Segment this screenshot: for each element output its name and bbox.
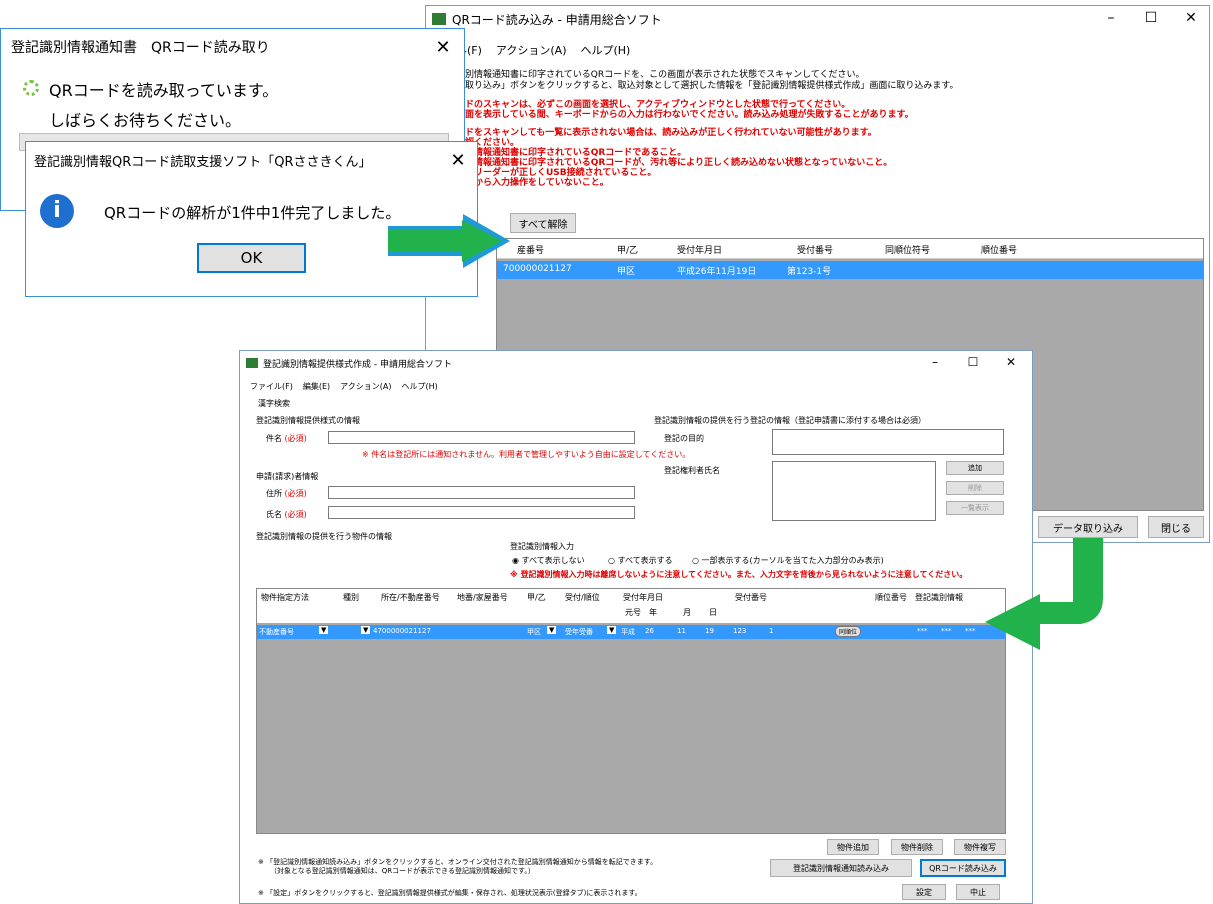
progress-line2: しばらくお待ちください。: [49, 111, 242, 130]
input-warning: ※ 登記識別情報入力時は離席しないように注意してください。また、入力文字を背後か…: [510, 570, 968, 579]
note-set: ※ 「設定」ボタンをクリックすると、登記識別情報提供様式が編集・保存され、処理状…: [258, 889, 642, 897]
section-reg-title: 登記識別情報の提供を行う登記の情報（登記申請書に添付する場合は必須）: [654, 416, 926, 425]
menu-edit[interactable]: 編集(E): [303, 381, 330, 392]
menu-bar: ル(F) アクション(A) ヘルプ(H): [456, 42, 630, 58]
property-grid: 物件指定方法 種別 所在/不動産番号 地番/家屋番号 甲/乙 受付/順位 受付年…: [256, 588, 1006, 834]
spinner-icon: [23, 80, 39, 96]
menu-bar: ファイル(F) 編集(E) アクション(A) ヘルプ(H): [250, 381, 438, 392]
close-icon[interactable]: ✕: [996, 355, 1026, 369]
minimize-icon[interactable]: –: [1091, 10, 1131, 26]
menu-action[interactable]: アクション(A): [340, 381, 391, 392]
menu-action[interactable]: アクション(A): [496, 42, 567, 58]
name-note: ※ 件名は登記所には通知されません。利用者で管理しやすいよう自由に設定してくださ…: [362, 450, 691, 459]
input-mode-title: 登記識別情報入力: [510, 542, 574, 551]
radio-hide-all[interactable]: ◉ すべて表示しない: [512, 555, 585, 566]
dropdown-icon[interactable]: ▼: [319, 626, 329, 634]
section-info-title: 登記識別情報提供様式の情報: [256, 416, 360, 425]
dropdown-icon[interactable]: ▼: [607, 626, 617, 634]
set-button[interactable]: 設定: [902, 884, 946, 900]
label-person: 氏名 (必須): [266, 510, 307, 519]
info-icon: i: [40, 194, 74, 228]
message-text: QRコードの解析が1件中1件完了しました。: [104, 204, 401, 222]
dialog-title: 登記識別情報通知書 QRコード読み取り: [11, 40, 270, 56]
dialog-title: 登記識別情報QRコード読取支援ソフト「QRささきくん」: [34, 154, 372, 170]
delete-holder-button[interactable]: 削除: [946, 481, 1004, 495]
label-purpose: 登記の目的: [664, 434, 704, 443]
label-holder: 登記権利者氏名: [664, 466, 720, 475]
warnings: ードのスキャンは、必ずこの画面を選択し、アクティブウィンドウとした状態で行ってく…: [456, 100, 914, 188]
menu-help[interactable]: ヘルプ(H): [401, 381, 437, 392]
table-row[interactable]: 不動産番号 ▼ ▼ 4700000021127 甲区 ▼ 受年受番 ▼ 平成 2…: [257, 625, 1005, 639]
import-notice-button[interactable]: 登記識別情報通知読み込み: [770, 859, 912, 877]
window-title: QRコード読み込み - 申請用総合ソフト: [452, 12, 662, 27]
maximize-icon[interactable]: ☐: [1131, 10, 1171, 26]
close-button[interactable]: 閉じる: [1148, 516, 1204, 538]
close-icon[interactable]: ✕: [423, 37, 463, 58]
dropdown-icon[interactable]: ▼: [547, 626, 557, 634]
close-icon[interactable]: ✕: [438, 150, 478, 171]
ok-button[interactable]: OK: [197, 243, 306, 273]
qr-import-button[interactable]: QRコード読み込み: [920, 859, 1006, 877]
label-name: 件名 (必須): [266, 434, 307, 443]
table-row[interactable]: 700000021127 甲区 平成26年11月19日 第123-1号: [497, 261, 1203, 279]
copy-property-button[interactable]: 物件複写: [954, 839, 1006, 855]
add-holder-button[interactable]: 追加: [946, 461, 1004, 475]
menu-help[interactable]: ヘルプ(H): [580, 42, 630, 58]
purpose-input[interactable]: [772, 429, 1004, 455]
title-bar: 登記識別情報通知書 QRコード読み取り: [1, 29, 464, 65]
menu-file[interactable]: ファイル(F): [250, 381, 293, 392]
note-import-sub: （対象となる登記識別情報通知は、QRコードが表示できる登記識別情報通知です。）: [270, 867, 535, 875]
delete-property-button[interactable]: 物件削除: [891, 839, 943, 855]
app-icon: [246, 358, 258, 368]
app-icon: [432, 13, 446, 25]
radio-show-partial[interactable]: ○ 一部表示する(カーソルを当てた入力部分のみ表示): [692, 555, 884, 566]
kanji-search-button[interactable]: 漢字検索: [258, 398, 290, 409]
green-curved-arrow-icon: [985, 538, 1103, 650]
cancel-button[interactable]: 中止: [956, 884, 1000, 900]
maximize-icon[interactable]: ☐: [958, 355, 988, 369]
address-input[interactable]: [328, 486, 635, 499]
title-bar: 登記識別情報QRコード読取支援ソフト「QRささきくん」: [26, 142, 477, 178]
minimize-icon[interactable]: –: [920, 355, 950, 369]
form-window: 登記識別情報提供様式作成 - 申請用総合ソフト – ☐ ✕ ファイル(F) 編集…: [239, 350, 1033, 904]
person-input[interactable]: [328, 506, 635, 519]
same-rank-button[interactable]: 同順位: [835, 626, 862, 637]
grid-header: 物件指定方法 種別 所在/不動産番号 地番/家屋番号 甲/乙 受付/順位 受付年…: [257, 589, 1005, 623]
unselect-all-button[interactable]: すべて解除: [510, 213, 576, 233]
close-icon[interactable]: ✕: [1171, 10, 1211, 26]
instructions: 識別情報通知書に印字されているQRコードを、この画面が表示された状態でスキャンし…: [456, 70, 959, 91]
add-property-button[interactable]: 物件追加: [827, 839, 879, 855]
window-title: 登記識別情報提供様式作成 - 申請用総合ソフト: [263, 359, 452, 370]
holder-list[interactable]: [772, 461, 936, 521]
list-view-button[interactable]: 一覧表示: [946, 501, 1004, 515]
label-address: 住所 (必須): [266, 489, 307, 498]
dropdown-icon[interactable]: ▼: [361, 626, 371, 634]
list-header: 産番号 甲/乙 受付年月日 受付番号 同順位符号 順位番号: [497, 239, 1203, 259]
import-data-button[interactable]: データ取り込み: [1038, 516, 1138, 538]
radio-show-all[interactable]: ○ すべて表示する: [608, 555, 673, 566]
name-input[interactable]: [328, 431, 635, 444]
progress-line1: QRコードを読み取っています。: [49, 81, 279, 100]
title-bar: 登記識別情報提供様式作成 - 申請用総合ソフト: [240, 351, 1032, 375]
section-applicant-title: 申請(請求)者情報: [256, 472, 319, 481]
section-property-title: 登記識別情報の提供を行う物件の情報: [256, 532, 392, 541]
blue-arrow-icon: [388, 214, 510, 268]
